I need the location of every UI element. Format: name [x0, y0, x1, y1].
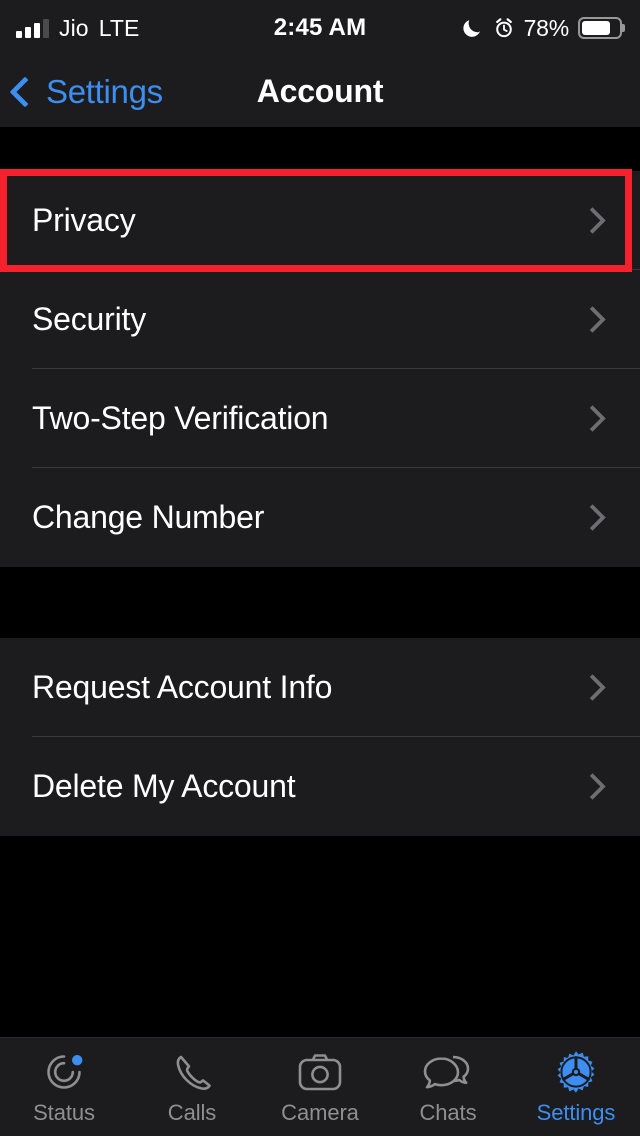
chat-bubbles-icon — [423, 1048, 473, 1096]
list-item-label: Request Account Info — [32, 669, 333, 705]
battery-percentage: 78% — [523, 14, 570, 41]
chevron-right-icon — [579, 405, 606, 432]
tab-chats-label: Chats — [419, 1100, 477, 1125]
status-bar-left: Jio LTE — [16, 15, 139, 42]
signal-bars-icon — [16, 18, 49, 38]
list-item-label: Security — [32, 301, 146, 337]
navigation-bar: Settings Account — [0, 56, 640, 127]
back-button[interactable]: Settings — [0, 73, 163, 111]
tab-chats[interactable]: Chats — [384, 1048, 512, 1126]
tab-calls[interactable]: Calls — [128, 1048, 256, 1126]
chevron-right-icon — [579, 504, 606, 531]
phone-screen: Jio LTE 2:45 AM 78% Settings Account Pri… — [0, 0, 640, 1136]
chevron-right-icon — [579, 306, 606, 333]
carrier-name: Jio — [59, 14, 89, 41]
tab-calls-label: Calls — [167, 1100, 217, 1125]
list-item[interactable]: Two-Step Verification — [0, 369, 640, 468]
chevron-right-icon — [579, 674, 606, 701]
list-item-label: Privacy — [32, 202, 136, 238]
list-item[interactable]: Request Account Info — [0, 638, 640, 737]
battery-icon — [578, 17, 622, 39]
tab-camera-label: Camera — [281, 1100, 359, 1125]
list-item[interactable]: Delete My Account — [0, 737, 640, 836]
tab-settings[interactable]: Settings — [512, 1048, 640, 1126]
tab-status-label: Status — [33, 1100, 95, 1125]
back-button-label: Settings — [46, 72, 163, 110]
camera-icon — [297, 1048, 343, 1096]
list-item[interactable]: Privacy — [0, 171, 640, 270]
tab-camera[interactable]: Camera — [256, 1048, 384, 1126]
chevron-left-icon — [9, 76, 41, 108]
chevron-right-icon — [579, 207, 606, 234]
do-not-disturb-moon-icon — [462, 20, 480, 37]
tab-status[interactable]: Status — [0, 1048, 128, 1126]
settings-list: Privacy Security Two-Step Verification Chan… — [0, 127, 640, 1037]
account-data-group: Request Account Info Delete My Account — [0, 638, 640, 836]
status-rings-icon — [41, 1048, 87, 1096]
tab-settings-label: Settings — [536, 1100, 616, 1125]
chevron-right-icon — [579, 773, 606, 800]
alarm-clock-icon — [495, 18, 512, 38]
group-separator-spacer — [0, 567, 640, 638]
phone-handset-icon — [170, 1048, 214, 1096]
list-item[interactable]: Security — [0, 270, 640, 369]
list-item[interactable]: Change Number — [0, 468, 640, 567]
status-bar: Jio LTE 2:45 AM 78% — [0, 0, 640, 56]
gear-icon — [552, 1048, 600, 1096]
list-item-label: Two-Step Verification — [32, 400, 329, 436]
radio-type-label: LTE — [98, 14, 140, 41]
account-settings-group: Privacy Security Two-Step Verification Chan… — [0, 171, 640, 567]
tab-bar: Status Calls Camera Chats Settings — [0, 1037, 640, 1136]
list-item-label: Change Number — [32, 499, 265, 535]
list-top-spacer — [0, 127, 640, 171]
status-bar-right: 78% — [462, 15, 622, 42]
list-item-label: Delete My Account — [32, 768, 296, 804]
